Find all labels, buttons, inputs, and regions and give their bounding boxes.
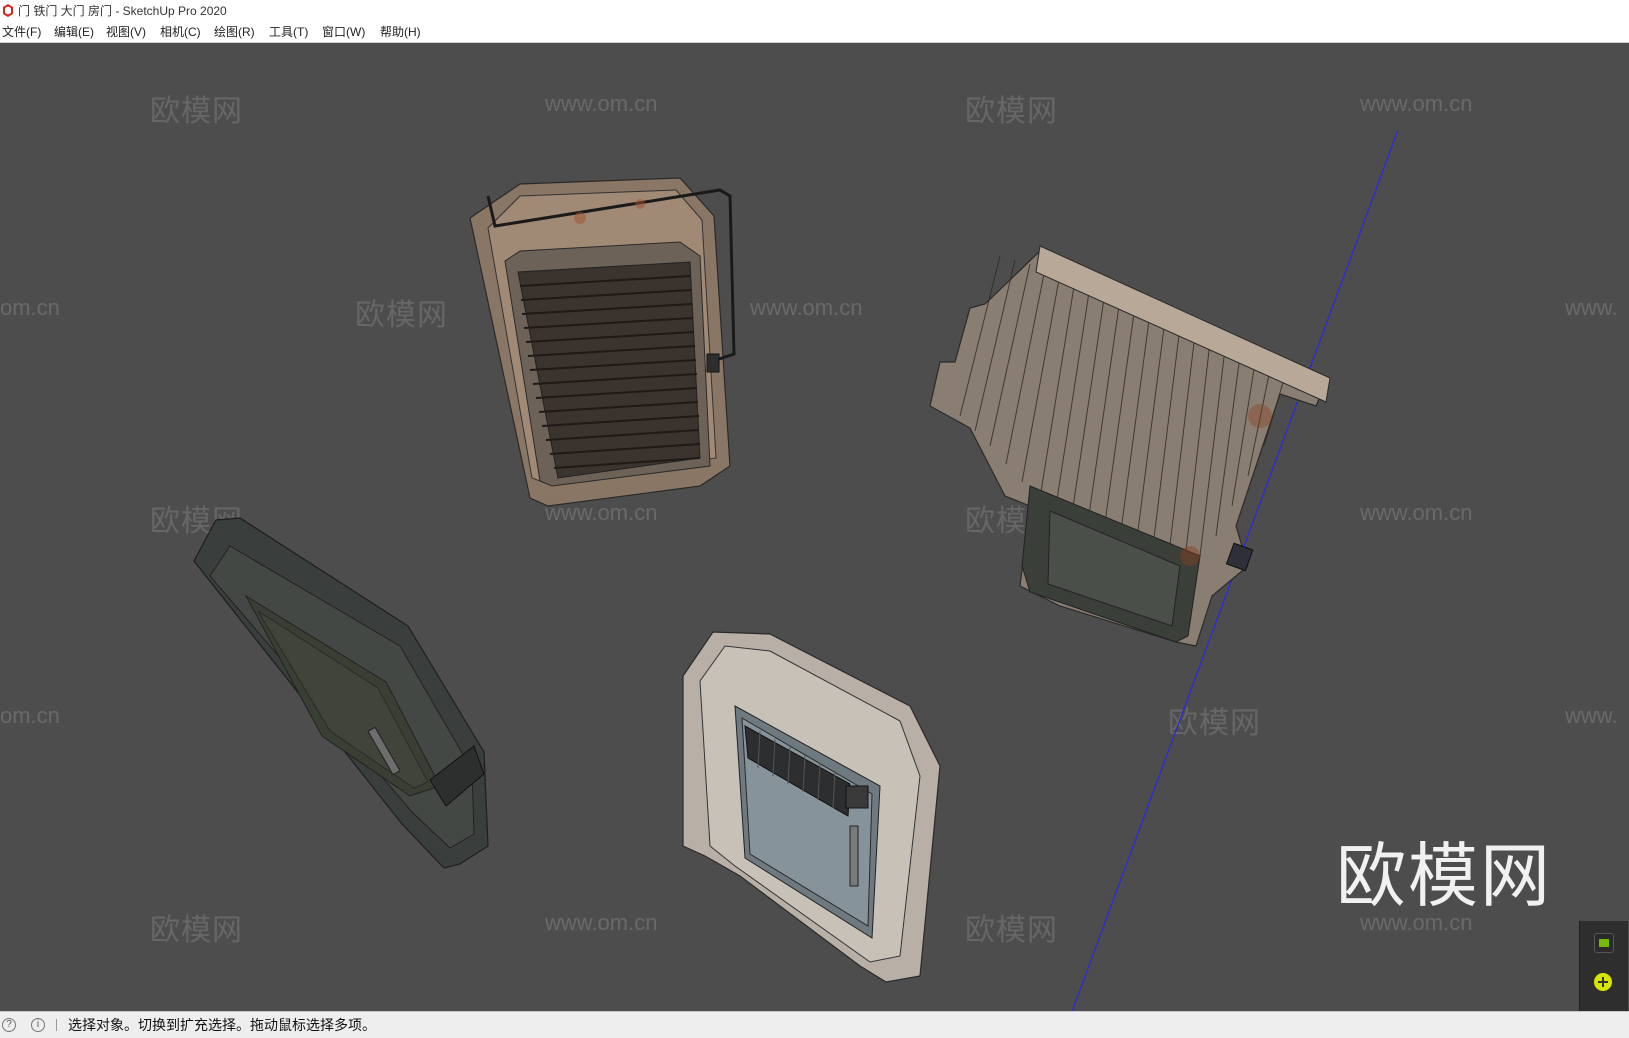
model-viewport[interactable]: 欧模网 www.om.cn 欧模网 www.om.cn om.cn 欧模网 ww… [0,43,1629,1011]
menu-tools[interactable]: 工具(T) [267,22,310,42]
status-message: 选择对象。切换到扩充选择。拖动鼠标选择多项。 [68,1017,376,1033]
menu-draw[interactable]: 绘图(R) [212,22,257,42]
white-framed-door-model[interactable] [682,631,941,983]
add-plus-icon[interactable] [1594,973,1612,991]
menu-edit[interactable]: 编辑(E) [52,22,96,42]
menu-window[interactable]: 窗口(W) [320,22,367,42]
status-separator [56,1019,57,1031]
window-title: 门 铁门 大门 房门 - SketchUp Pro 2020 [18,4,227,18]
nvidia-icon[interactable] [1594,933,1614,953]
menu-file[interactable]: 文件(F) [0,22,43,42]
om-logo-watermark: 欧模网 [1336,835,1552,917]
info-icon[interactable]: i [31,1018,45,1032]
title-bar: 门 铁门 大门 房门 - SketchUp Pro 2020 [0,0,1629,22]
geolocation-icon[interactable]: ? [2,1018,16,1032]
wooden-plank-door-model[interactable] [929,245,1331,647]
menu-camera[interactable]: 相机(C) [158,22,203,42]
rolling-shutter-door-model[interactable] [469,177,736,507]
menu-help[interactable]: 帮助(H) [378,22,423,42]
menu-bar: 文件(F) 编辑(E) 视图(V) 相机(C) 绘图(R) 工具(T) 窗口(W… [0,22,1629,43]
menu-view[interactable]: 视图(V) [104,22,148,42]
sketchup-logo-icon [3,4,13,17]
status-bar: ? i 选择对象。切换到扩充选择。拖动鼠标选择多项。 [0,1011,1629,1038]
metal-security-door-model[interactable] [193,517,489,869]
